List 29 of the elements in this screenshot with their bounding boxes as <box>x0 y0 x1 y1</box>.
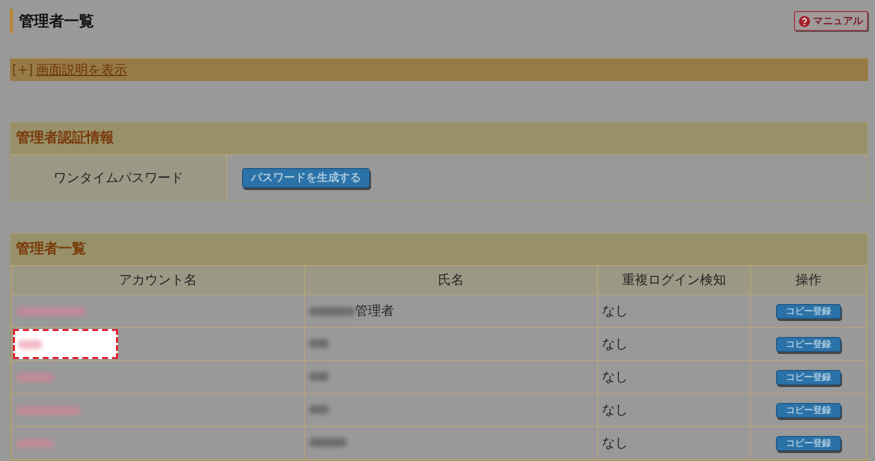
generate-password-button[interactable]: パスワードを生成する <box>242 168 370 188</box>
column-header: 氏名 <box>304 266 598 294</box>
copy-register-button[interactable]: コピー登録 <box>776 403 841 418</box>
field-label: ワンタイムパスワード <box>11 155 227 200</box>
redacted-account-link[interactable] <box>16 406 80 414</box>
redacted-account-link[interactable] <box>16 438 54 448</box>
section-title: 管理者認証情報 <box>15 129 115 148</box>
redacted-account-link[interactable] <box>18 340 42 348</box>
table-cell: なし <box>598 294 750 328</box>
page-title: 管理者一覧 <box>10 9 94 33</box>
help-link[interactable]: 画面説明を表示 <box>36 61 128 79</box>
copy-register-button[interactable]: コピー登録 <box>776 304 841 319</box>
redacted-account-link[interactable] <box>16 372 54 382</box>
table-cell: なし <box>598 360 750 394</box>
column-header: 重複ログイン検知 <box>598 266 750 294</box>
redacted-account-link[interactable] <box>16 306 86 316</box>
name-text: 管理者 <box>355 304 394 319</box>
manual-button[interactable]: マニュアル <box>794 11 868 31</box>
table-cell: なし <box>598 426 750 460</box>
column-header: 操作 <box>750 266 866 294</box>
section-title: 管理者一覧 <box>15 240 87 259</box>
column-header: アカウント名 <box>12 266 304 294</box>
copy-register-button[interactable]: コピー登録 <box>776 337 841 352</box>
copy-register-button[interactable]: コピー登録 <box>776 436 841 451</box>
table-cell: なし <box>598 328 750 360</box>
copy-register-button[interactable]: コピー登録 <box>776 370 841 385</box>
toggle-text[interactable]: [+] <box>12 62 34 78</box>
help-icon <box>799 16 810 26</box>
table-cell: なし <box>598 394 750 426</box>
